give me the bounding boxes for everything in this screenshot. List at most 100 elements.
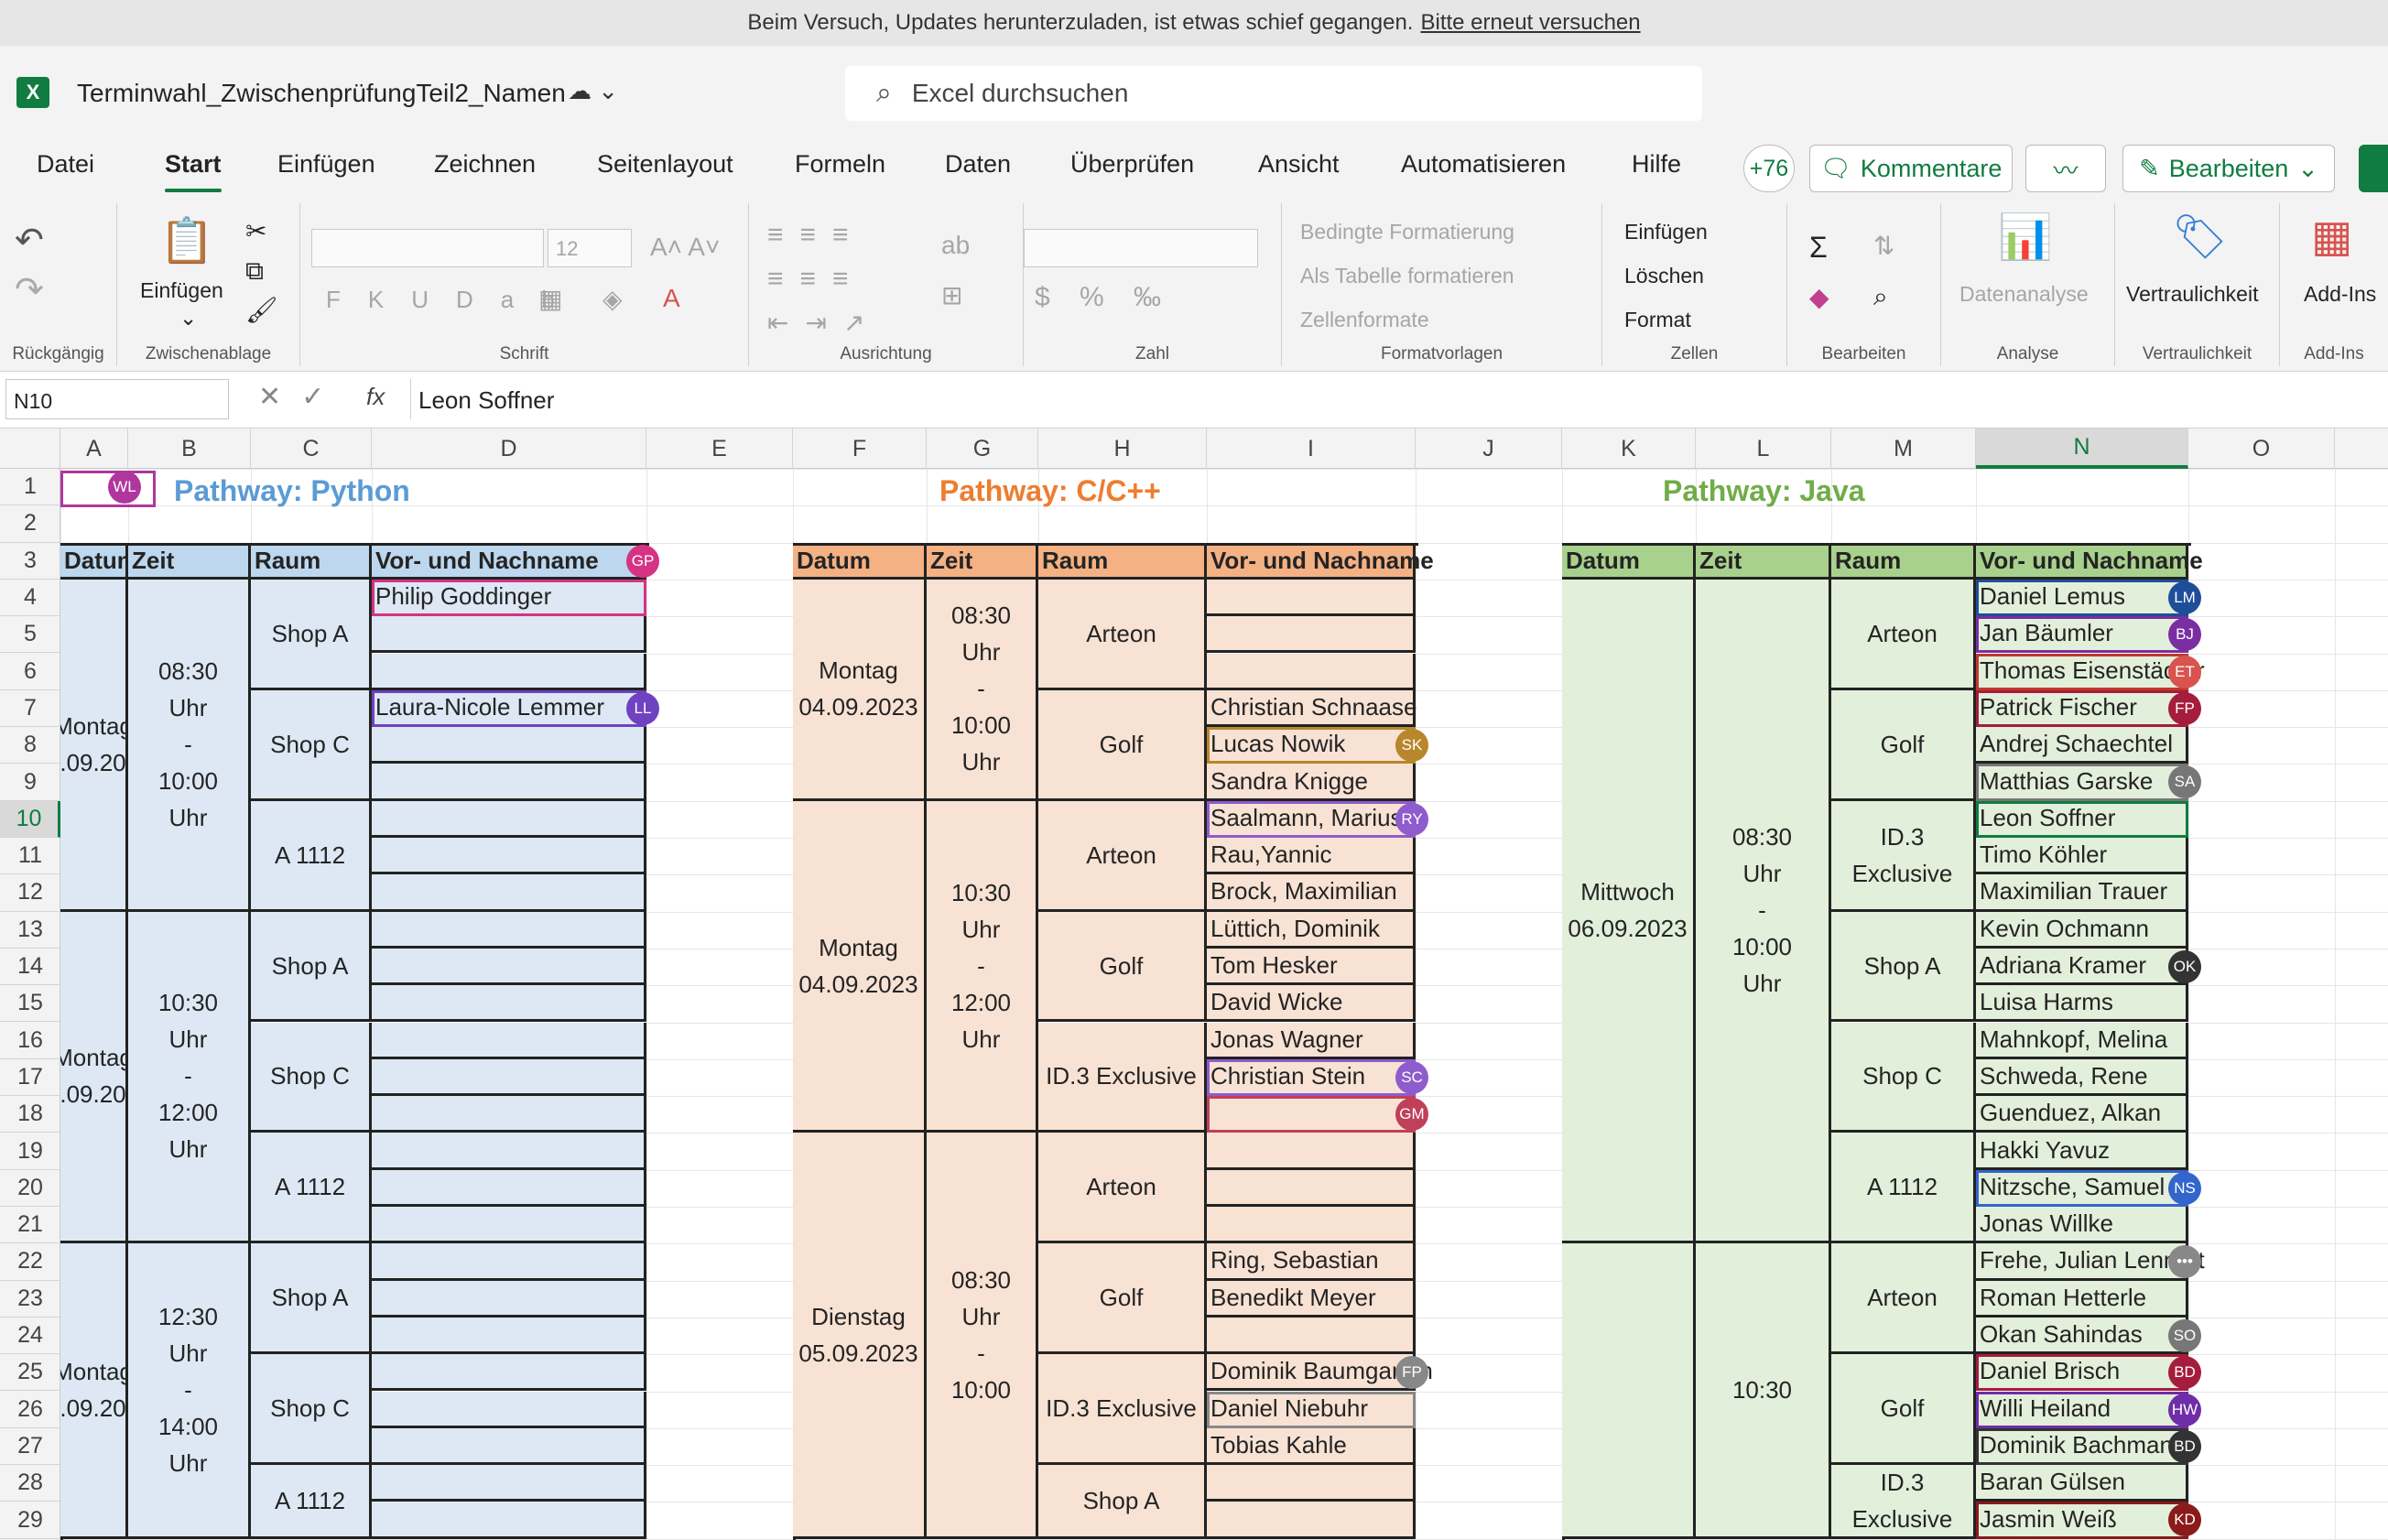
- collaborator-avatar[interactable]: ET: [2168, 655, 2201, 689]
- column-header-g[interactable]: G: [927, 428, 1038, 469]
- formula-input[interactable]: Leon Soffner: [410, 379, 2388, 419]
- column-header-j[interactable]: J: [1416, 428, 1562, 469]
- collaborator-avatar[interactable]: RY: [1395, 802, 1428, 836]
- name-cell[interactable]: Guenduez, Alkan: [1976, 1096, 2188, 1133]
- collaborator-avatar[interactable]: OK: [2168, 949, 2201, 983]
- tab-einfuegen[interactable]: Einfügen: [277, 150, 375, 179]
- tab-formeln[interactable]: Formeln: [795, 150, 885, 179]
- cell-styles-button[interactable]: Zellenformate: [1300, 308, 1429, 332]
- name-cell[interactable]: Lüttich, Dominik: [1207, 911, 1416, 949]
- collaborator-avatar[interactable]: LM: [2168, 580, 2201, 614]
- row-header-26[interactable]: 26: [0, 1392, 60, 1428]
- collaborator-avatar[interactable]: BD: [2168, 1429, 2201, 1463]
- format-as-table-button[interactable]: Als Tabelle formatieren: [1300, 264, 1514, 288]
- tab-ueberpruefen[interactable]: Überprüfen: [1070, 150, 1194, 179]
- name-cell[interactable]: Rau,Yannic: [1207, 838, 1416, 875]
- cut-icon[interactable]: ✂: [245, 216, 266, 246]
- name-cell[interactable]: [372, 1243, 646, 1281]
- retry-link[interactable]: Bitte erneut versuchen: [1420, 10, 1640, 36]
- sensitivity-button[interactable]: Vertraulichkeit: [2126, 282, 2258, 307]
- name-cell[interactable]: Adriana Kramer: [1976, 948, 2188, 986]
- collaborator-avatar[interactable]: GP: [626, 544, 659, 578]
- name-cell[interactable]: Timo Köhler: [1976, 838, 2188, 875]
- name-cell[interactable]: [1207, 653, 1416, 690]
- name-cell[interactable]: [1207, 616, 1416, 654]
- name-cell[interactable]: [1207, 1317, 1416, 1355]
- collaborator-avatar[interactable]: BJ: [2168, 618, 2201, 652]
- name-cell[interactable]: [372, 616, 646, 654]
- column-header-l[interactable]: L: [1696, 428, 1831, 469]
- name-cell[interactable]: [372, 1169, 646, 1207]
- chevron-down-icon[interactable]: ⌄: [179, 306, 197, 331]
- name-cell[interactable]: Schweda, Rene: [1976, 1058, 2188, 1097]
- row-header-16[interactable]: 16: [0, 1023, 60, 1059]
- collaborator-avatar[interactable]: SK: [1395, 729, 1428, 763]
- sort-filter-icon[interactable]: ⇅: [1873, 231, 1894, 261]
- vertical-align-icons[interactable]: ≡≡≡: [767, 220, 865, 251]
- excel-logo-icon[interactable]: X: [16, 77, 49, 108]
- row-header-4[interactable]: 4: [0, 580, 60, 617]
- number-format-icons[interactable]: $ % ‰: [1035, 282, 1172, 313]
- row-header-7[interactable]: 7: [0, 690, 60, 728]
- row-header-19[interactable]: 19: [0, 1133, 60, 1170]
- row-header-18[interactable]: 18: [0, 1096, 60, 1133]
- name-cell[interactable]: Willi Heiland: [1976, 1391, 2188, 1428]
- borders-icon[interactable]: ▦: [538, 284, 562, 314]
- collaborator-avatar[interactable]: FP: [2168, 691, 2201, 725]
- tab-zeichnen[interactable]: Zeichnen: [434, 150, 536, 179]
- name-cell[interactable]: [372, 1022, 646, 1059]
- name-cell[interactable]: Benedikt Meyer: [1207, 1280, 1416, 1318]
- name-cell[interactable]: Matthias Garske: [1976, 764, 2188, 801]
- name-cell[interactable]: Patrick Fischer: [1976, 689, 2188, 728]
- tab-daten[interactable]: Daten: [945, 150, 1011, 179]
- column-header-k[interactable]: K: [1562, 428, 1696, 469]
- collaborator-avatar[interactable]: GM: [1395, 1098, 1428, 1132]
- name-cell[interactable]: Ring, Sebastian: [1207, 1243, 1416, 1281]
- name-cell[interactable]: [372, 727, 646, 765]
- autosum-icon[interactable]: Σ: [1809, 231, 1828, 265]
- name-cell[interactable]: [1207, 1169, 1416, 1207]
- tab-automatisieren[interactable]: Automatisieren: [1401, 150, 1566, 179]
- tab-seitenlayout[interactable]: Seitenlayout: [597, 150, 733, 179]
- name-cell[interactable]: Philip Goddinger: [372, 579, 646, 617]
- horizontal-align-icons[interactable]: ≡≡≡: [767, 264, 865, 295]
- name-cell[interactable]: Mahnkopf, Melina: [1976, 1022, 2188, 1059]
- name-cell[interactable]: Daniel Lemus: [1976, 579, 2188, 617]
- name-cell[interactable]: [372, 653, 646, 690]
- name-cell[interactable]: [372, 1058, 646, 1097]
- row-header-1[interactable]: 1: [0, 469, 60, 506]
- name-cell[interactable]: Saalmann, Marius: [1207, 800, 1416, 838]
- column-header-h[interactable]: H: [1038, 428, 1207, 469]
- column-header-d[interactable]: D: [372, 428, 646, 469]
- column-header-n[interactable]: N: [1976, 428, 2188, 469]
- name-cell[interactable]: [372, 1207, 646, 1244]
- collaborator-avatar[interactable]: NS: [2168, 1171, 2201, 1205]
- paste-icon[interactable]: 📋: [159, 214, 214, 266]
- row-header-10[interactable]: 10: [0, 800, 60, 838]
- column-header-f[interactable]: F: [793, 428, 927, 469]
- collaborator-avatar[interactable]: KD: [2168, 1503, 2201, 1537]
- sensitivity-icon[interactable]: 🏷: [2172, 211, 2228, 263]
- name-cell[interactable]: [372, 1391, 646, 1428]
- name-cell[interactable]: Tobias Kahle: [1207, 1427, 1416, 1466]
- name-cell[interactable]: Roman Hetterle: [1976, 1280, 2188, 1318]
- column-header-o[interactable]: O: [2188, 428, 2335, 469]
- name-cell[interactable]: Dominik Bachmann: [1976, 1427, 2188, 1466]
- addins-icon[interactable]: ▦: [2311, 211, 2352, 262]
- select-all-corner[interactable]: [0, 428, 60, 469]
- row-header-15[interactable]: 15: [0, 985, 60, 1023]
- name-cell[interactable]: [372, 764, 646, 801]
- name-cell[interactable]: Brock, Maximilian: [1207, 874, 1416, 912]
- name-cell[interactable]: [372, 1280, 646, 1318]
- name-cell[interactable]: Laura-Nicole Lemmer: [372, 689, 646, 728]
- row-header-29[interactable]: 29: [0, 1502, 60, 1539]
- tab-datei[interactable]: Datei: [37, 150, 94, 179]
- grow-font-icon[interactable]: A˄ A˅: [650, 233, 720, 262]
- name-cell[interactable]: [372, 1096, 646, 1133]
- font-color-icon[interactable]: A: [663, 284, 680, 313]
- name-cell[interactable]: [372, 1465, 646, 1502]
- row-header-13[interactable]: 13: [0, 912, 60, 949]
- row-header-28[interactable]: 28: [0, 1465, 60, 1502]
- name-cell[interactable]: [1207, 1465, 1416, 1502]
- name-cell[interactable]: [372, 1502, 646, 1539]
